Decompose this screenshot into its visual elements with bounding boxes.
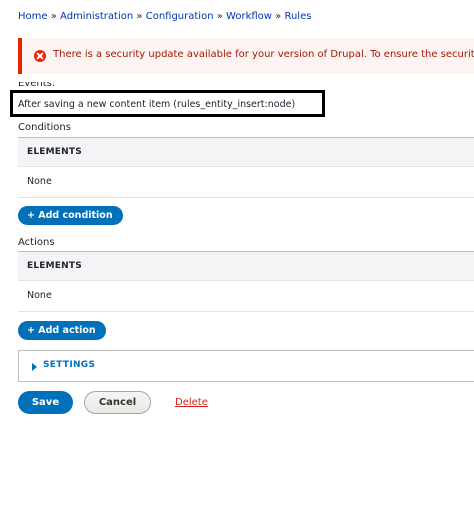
breadcrumb-separator: » [50,11,57,22]
actions-label: Actions [18,237,55,248]
breadcrumb-separator: » [136,11,143,22]
actions-table-header: ELEMENTS [18,252,474,281]
conditions-label: Conditions [18,122,71,133]
breadcrumb-separator: » [216,11,223,22]
breadcrumb-configuration[interactable]: Configuration [146,11,214,22]
breadcrumb-administration[interactable]: Administration [60,11,133,22]
conditions-table: ELEMENTS None [18,137,474,198]
delete-link[interactable]: Delete [175,397,208,408]
breadcrumb-separator: » [275,11,282,22]
breadcrumb: Home » Administration » Configuration » … [18,11,311,22]
event-item: After saving a new content item (rules_e… [18,99,296,110]
events-label: Events: [18,82,56,89]
actions-table-empty-row: None [18,281,474,312]
actions-table: ELEMENTS None [18,251,474,312]
conditions-table-empty-row: None [18,167,474,198]
alert-message: There is a security update available for… [53,49,474,60]
breadcrumb-home[interactable]: Home [18,11,48,22]
triangle-right-icon [32,363,37,371]
settings-details[interactable]: SETTINGS [18,350,474,382]
breadcrumb-workflow[interactable]: Workflow [226,11,272,22]
cancel-button[interactable]: Cancel [84,391,151,414]
security-update-alert: There is a security update available for… [18,38,474,74]
conditions-table-header: ELEMENTS [18,138,474,167]
add-action-button[interactable]: + Add action [18,321,106,340]
error-icon [34,50,46,62]
add-condition-button[interactable]: + Add condition [18,206,123,225]
settings-summary-label[interactable]: SETTINGS [43,360,95,370]
save-button[interactable]: Save [18,391,73,414]
breadcrumb-rules[interactable]: Rules [284,11,311,22]
